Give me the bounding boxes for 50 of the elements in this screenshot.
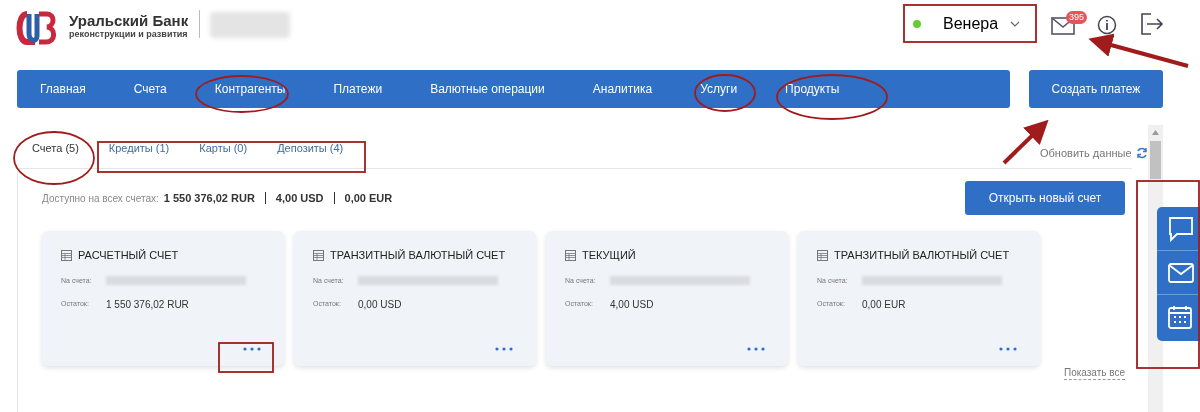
nav-link[interactable]: Контрагенты bbox=[214, 80, 286, 98]
mail-count-badge: 395 bbox=[1066, 11, 1088, 24]
refresh-icon[interactable] bbox=[1135, 147, 1148, 160]
balance-value: 4,00 USD bbox=[610, 298, 654, 312]
create-payment-button[interactable]: Создать платеж bbox=[1029, 70, 1163, 108]
table-icon bbox=[313, 249, 324, 261]
tab[interactable]: Карты (0) bbox=[184, 139, 263, 168]
summary-amount: 0,00 EUR bbox=[344, 190, 393, 206]
logout-icon[interactable] bbox=[1140, 13, 1164, 35]
summary-label: Доступно на всех счетах: bbox=[42, 191, 159, 206]
table-icon bbox=[61, 249, 72, 261]
show-all-link[interactable]: Показать все bbox=[1063, 367, 1125, 380]
chat-icon[interactable] bbox=[1168, 215, 1194, 242]
nav-link[interactable]: Главная bbox=[40, 80, 86, 98]
bank-subtitle: реконструкции и развития bbox=[69, 29, 189, 40]
annotation-box bbox=[218, 342, 274, 373]
nav-link[interactable]: Продукты bbox=[785, 80, 840, 98]
table-icon bbox=[817, 249, 828, 261]
balance-value: 1 550 376,02 RUR bbox=[106, 298, 189, 312]
scrollbar[interactable] bbox=[1148, 125, 1163, 179]
nav-link[interactable]: Услуги bbox=[700, 80, 738, 98]
account-title: РАСЧЕТНЫЙ СЧЕТ bbox=[78, 248, 179, 263]
annotation-ellipse bbox=[694, 74, 756, 112]
calendar-icon[interactable] bbox=[1168, 305, 1192, 329]
summary-amount: 4,00 USD bbox=[275, 190, 324, 206]
bank-name: Уральский Банк bbox=[69, 12, 189, 29]
balance-value: 0,00 EUR bbox=[862, 298, 906, 312]
more-icon[interactable] bbox=[747, 347, 765, 351]
table-icon bbox=[565, 249, 576, 261]
more-icon[interactable] bbox=[243, 347, 261, 351]
account-title: ТРАНЗИТНЫЙ ВАЛЮТНЫЙ СЧЕТ bbox=[834, 248, 1010, 263]
logo-icon bbox=[15, 11, 57, 45]
more-icon[interactable] bbox=[495, 347, 513, 351]
tab[interactable]: Кредиты (1) bbox=[93, 139, 185, 168]
refresh-link[interactable]: Обновить данные bbox=[1040, 145, 1132, 162]
nav-link[interactable]: Платежи bbox=[333, 80, 383, 98]
user-name: Венера bbox=[943, 14, 999, 34]
account-title: ТРАНЗИТНЫЙ ВАЛЮТНЫЙ СЧЕТ bbox=[330, 248, 506, 263]
nav-link[interactable]: Валютные операции bbox=[430, 80, 545, 98]
nav-link[interactable]: Счета bbox=[133, 80, 167, 98]
info-icon[interactable] bbox=[1097, 15, 1117, 35]
open-account-button[interactable]: Открыть новый счет bbox=[965, 181, 1125, 215]
summary-amount: 1 550 376,02 RUR bbox=[163, 190, 255, 206]
nav-link[interactable]: Аналитика bbox=[592, 80, 653, 98]
account-title: ТЕКУЩИЙ bbox=[582, 248, 636, 263]
scroll-up-icon[interactable] bbox=[1152, 130, 1159, 135]
more-icon[interactable] bbox=[999, 347, 1017, 351]
chevron-down-icon bbox=[1010, 21, 1021, 27]
tab[interactable]: Депозиты (4) bbox=[262, 139, 359, 168]
balance-value: 0,00 USD bbox=[358, 298, 402, 312]
